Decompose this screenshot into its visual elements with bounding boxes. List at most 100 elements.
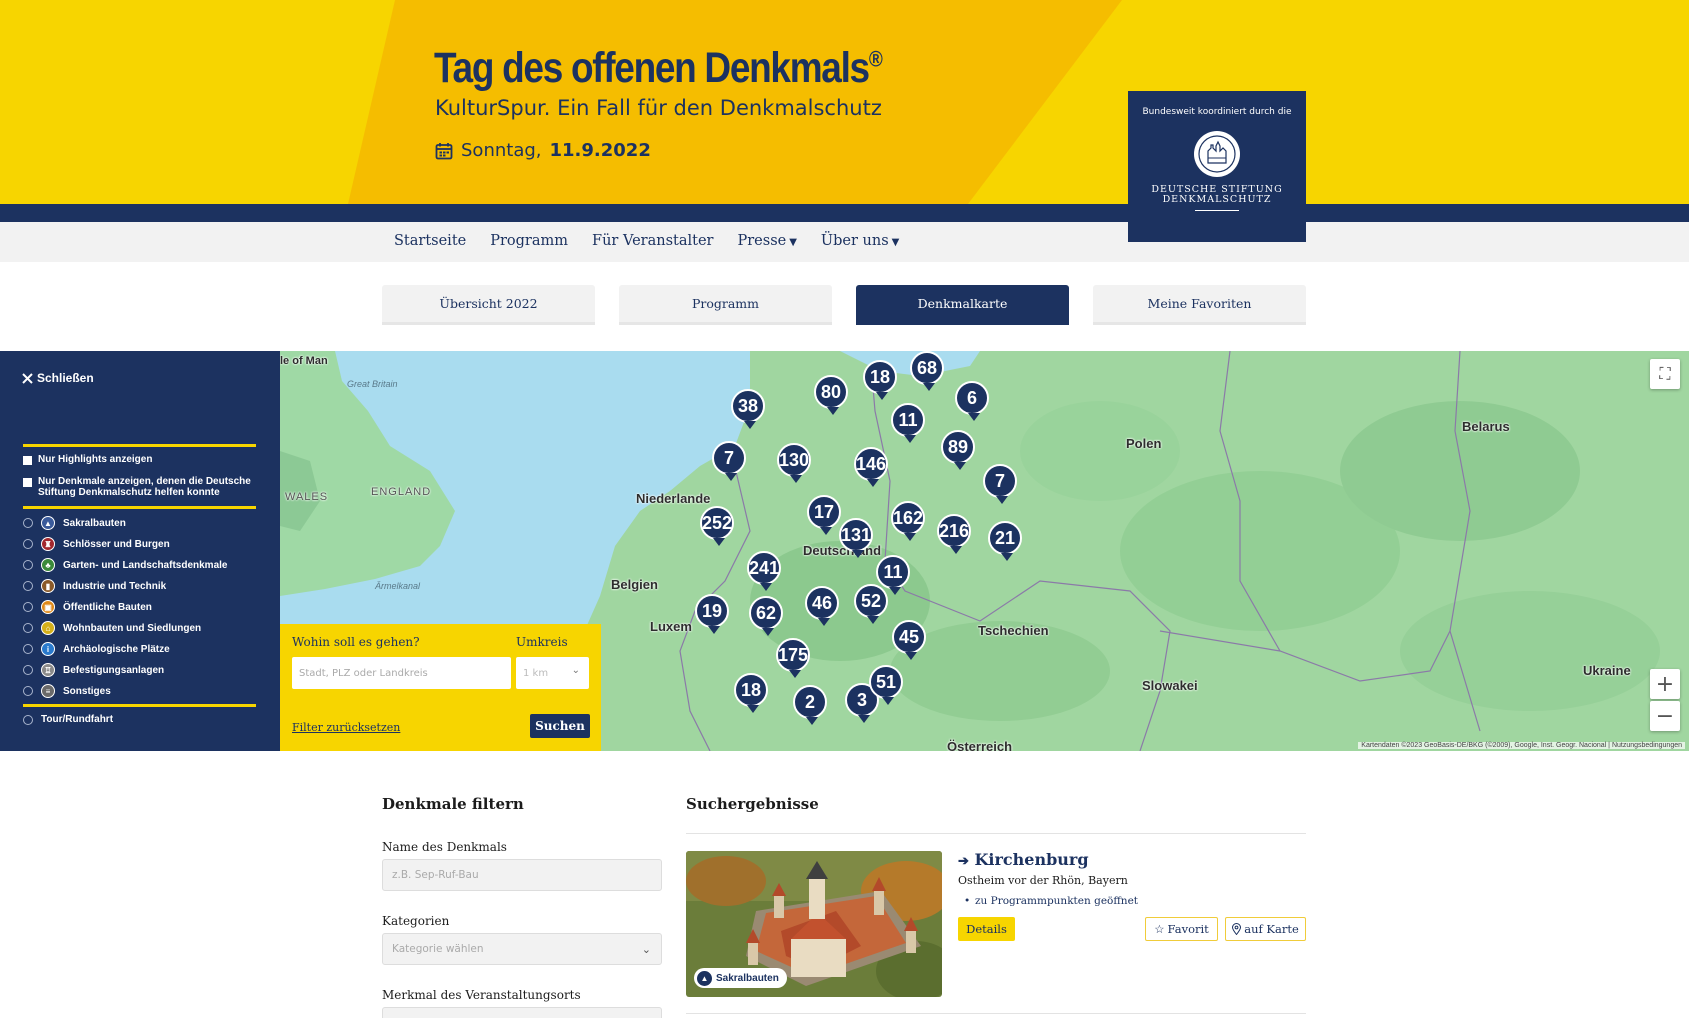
tab-denkmalkarte[interactable]: Denkmalkarte [856, 285, 1069, 325]
logo-org-name: DEUTSCHE STIFTUNG DENKMALSCHUTZ [1151, 184, 1283, 205]
map-cluster-marker[interactable]: 252 [700, 506, 734, 546]
logo-divider [1195, 210, 1239, 211]
feature-select[interactable] [382, 1007, 662, 1018]
result-image[interactable]: ▲ Sakralbauten [686, 851, 942, 997]
map-label: Belgien [611, 577, 658, 592]
chevron-down-icon: ⌄ [571, 665, 580, 676]
house-icon: ⌂ [41, 621, 55, 635]
map-cluster-marker[interactable]: 241 [747, 551, 781, 591]
map-cluster-marker[interactable]: 130 [777, 443, 811, 483]
divider [686, 833, 1306, 834]
map-label: Österreich [947, 739, 1013, 751]
search-button[interactable]: Suchen [530, 714, 590, 738]
nav-item-startseite[interactable]: Startseite [394, 233, 466, 249]
category-select[interactable]: Kategorie wählen ⌄ [382, 933, 662, 965]
map-cluster-marker[interactable]: 19 [695, 594, 729, 634]
map-cluster-marker[interactable]: 7 [983, 464, 1017, 504]
category-sonstiges[interactable]: ≡ Sonstiges [23, 684, 111, 698]
result-title[interactable]: ➔ Kirchenburg [958, 850, 1089, 869]
map-cluster-marker[interactable]: 6 [955, 381, 989, 421]
dsd-logo[interactable]: Bundesweit koordiniert durch die DEUTSCH… [1128, 91, 1306, 242]
map-label: Ukraine [1583, 663, 1631, 678]
category-sakralbauten[interactable]: ▲ Sakralbauten [23, 516, 126, 530]
map-pin-icon [1232, 923, 1242, 935]
dsd-helped-checkbox[interactable]: Nur Denkmale anzeigen, denen die Deutsch… [23, 476, 253, 498]
nav-item-fuer-veranstalter[interactable]: Für Veranstalter [592, 233, 713, 249]
location-input[interactable]: Stadt, PLZ oder Landkreis [292, 657, 511, 689]
map-cluster-marker[interactable]: 131 [839, 518, 873, 558]
tab-programm[interactable]: Programm [619, 285, 832, 325]
map-cluster-marker[interactable]: 7 [712, 441, 746, 481]
seal-icon [1194, 131, 1240, 177]
category-schloesser[interactable]: ♜ Schlösser und Burgen [23, 537, 170, 551]
calendar-icon [435, 142, 453, 159]
tab-uebersicht[interactable]: Übersicht 2022 [382, 285, 595, 325]
show-on-map-button[interactable]: auf Karte [1225, 917, 1306, 941]
map-cluster-marker[interactable]: 51 [869, 665, 903, 705]
tree-icon: ♣ [41, 558, 55, 572]
nav-item-programm[interactable]: Programm [490, 233, 568, 249]
minus-icon: − [1655, 703, 1675, 729]
date-prefix: Sonntag, [461, 140, 542, 161]
building-icon: ▣ [41, 600, 55, 614]
category-tour[interactable]: Tour/Rundfahrt [23, 714, 113, 725]
highlights-checkbox[interactable]: Nur Highlights anzeigen [23, 454, 152, 465]
close-button[interactable]: Schließen [22, 371, 94, 385]
map-cluster-marker[interactable]: 18 [863, 360, 897, 400]
zoom-in-button[interactable]: + [1650, 669, 1680, 699]
map-cluster-marker[interactable]: 46 [805, 586, 839, 626]
category-archaeologie[interactable]: i Archäologische Plätze [23, 642, 170, 656]
category-label: Kategorien [382, 914, 450, 928]
nav-item-ueber-uns[interactable]: Über uns ▼ [821, 233, 899, 249]
category-industrie[interactable]: ▮ Industrie und Technik [23, 579, 166, 593]
tab-favoriten[interactable]: Meine Favoriten [1093, 285, 1306, 325]
map-cluster-marker[interactable]: 21 [988, 521, 1022, 561]
map-cluster-marker[interactable]: 175 [776, 638, 810, 678]
map-label: Ärmelkanal [375, 581, 421, 591]
map-cluster-marker[interactable]: 146 [854, 447, 888, 487]
zoom-out-button[interactable]: − [1650, 701, 1680, 731]
map-cluster-marker[interactable]: 17 [807, 495, 841, 535]
results-panel: Suchergebnisse ▲ Sakralbauten ➔ Kirchenb… [686, 795, 1306, 1014]
map-cluster-marker[interactable]: 162 [891, 501, 925, 541]
radius-select[interactable]: 1 km ⌄ [516, 657, 589, 689]
map-label: Belarus [1462, 419, 1510, 434]
monument-name-input[interactable]: z.B. Sep-Ruf-Bau [382, 859, 662, 891]
category-befestigung[interactable]: ♖ Befestigungsanlagen [23, 663, 164, 677]
map-label: Tschechien [978, 623, 1049, 638]
map-cluster-marker[interactable]: 80 [814, 375, 848, 415]
map-cluster-marker[interactable]: 216 [937, 514, 971, 554]
nav-item-presse[interactable]: Presse ▼ [737, 233, 796, 249]
sidebar-divider [23, 444, 256, 447]
feature-label: Merkmal des Veranstaltungsorts [382, 988, 581, 1002]
map-cluster-marker[interactable]: 89 [941, 430, 975, 470]
map-cluster-marker[interactable]: 68 [910, 351, 944, 391]
map-attribution[interactable]: Kartendaten ©2023 GeoBasis-DE/BKG (©2009… [1358, 742, 1685, 749]
event-date: Sonntag, 11.9.2022 [435, 140, 651, 161]
category-oeffentlich[interactable]: ▣ Öffentliche Bauten [23, 600, 152, 614]
map-cluster-marker[interactable]: 11 [891, 403, 925, 443]
category-garten[interactable]: ♣ Garten- und Landschaftsdenkmale [23, 558, 227, 572]
church-icon: ▲ [697, 970, 712, 986]
misc-icon: ≡ [41, 684, 55, 698]
map-cluster-marker[interactable]: 62 [749, 596, 783, 636]
where-label: Wohin soll es gehen? [292, 635, 420, 649]
page-title: Tag des offenen Denkmals® [434, 44, 883, 92]
fullscreen-button[interactable]: ⛶ [1650, 359, 1680, 389]
category-wohnbauten[interactable]: ⌂ Wohnbauten und Siedlungen [23, 621, 201, 635]
map-cluster-marker[interactable]: 2 [793, 685, 827, 725]
details-button[interactable]: Details [958, 917, 1015, 941]
date-value: 11.9.2022 [549, 140, 651, 161]
reset-filter-link[interactable]: Filter zurücksetzen [292, 721, 400, 734]
map-cluster-marker[interactable]: 18 [734, 673, 768, 713]
map-cluster-marker[interactable]: 38 [731, 389, 765, 429]
favorite-button[interactable]: ☆ Favorit [1145, 917, 1218, 941]
caret-down-icon: ▼ [891, 237, 900, 248]
results-heading: Suchergebnisse [686, 795, 819, 813]
page-subtitle: KulturSpur. Ein Fall für den Denkmalschu… [435, 96, 882, 120]
map-cluster-marker[interactable]: 11 [876, 555, 910, 595]
section-tabs: Übersicht 2022 Programm Denkmalkarte Mei… [382, 285, 1306, 325]
map-cluster-marker[interactable]: 52 [854, 584, 888, 624]
header-stripe [0, 204, 1689, 222]
map-cluster-marker[interactable]: 45 [892, 620, 926, 660]
